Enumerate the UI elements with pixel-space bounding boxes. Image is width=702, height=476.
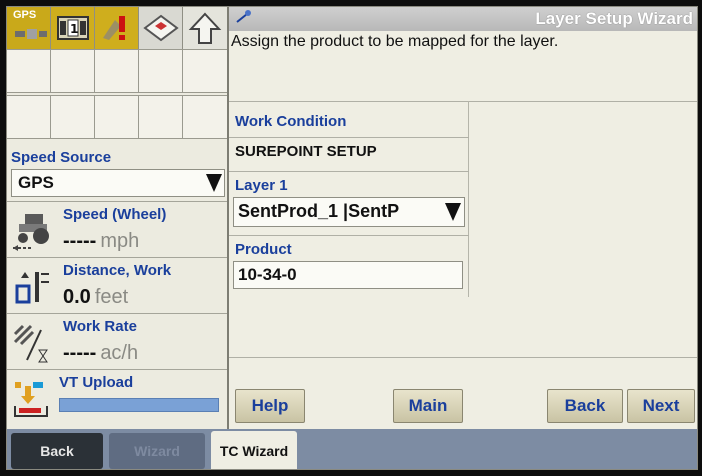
channel-number: 1 [70,22,78,36]
speed-source-dropdown[interactable]: GPS [11,169,225,197]
satellite-icon [14,29,47,39]
product-field[interactable]: 10-34-0 [233,261,463,289]
divider [229,171,469,172]
distance-readout: Distance, Work 0.0 feet [7,257,227,313]
shortcut-slot[interactable] [7,96,51,138]
speed-unit: mph [100,230,140,252]
divider [229,137,469,138]
display-screen: GPS 1 Speed Source GPS Speed (Wheel) ---… [6,6,698,470]
vt-upload-progress-bar [59,398,219,412]
speed-value: ----- mph [63,230,140,252]
up-cell[interactable] [183,7,227,49]
tab-back[interactable]: Back [11,433,103,469]
work-rate-value: ----- ac/h [63,342,139,364]
dropdown-arrow-icon [204,170,224,196]
work-rate-icon [13,324,48,363]
status-icon-bar: GPS 1 [7,7,227,49]
speed-source-label: Speed Source [11,149,112,166]
shortcut-slot[interactable] [139,96,183,138]
back-button[interactable]: Back [547,389,623,423]
layer-form: Work Condition SUREPOINT SETUP Layer 1 S… [229,101,469,297]
map-book-icon [142,14,179,42]
shortcut-slot[interactable] [51,96,95,138]
divider [229,357,697,358]
tab-wizard[interactable]: Wizard [109,433,205,469]
shortcut-row-2 [7,95,227,139]
speed-readout: Speed (Wheel) ----- mph [7,201,227,257]
up-arrow-icon [188,12,222,44]
shortcut-slot[interactable] [183,96,227,138]
next-button[interactable]: Next [627,389,695,423]
wizard-header: Layer Setup Wizard [229,7,697,31]
distance-label: Distance, Work [63,262,172,279]
layer-product-value: SentProd_1 |SentP [238,201,400,221]
main-button[interactable]: Main [393,389,463,423]
layer-product-dropdown[interactable]: SentProd_1 |SentP [233,197,465,227]
wizard-wand-icon [236,10,251,23]
product-label: Product [235,241,292,258]
wizard-instruction: Assign the product to be mapped for the … [231,33,559,50]
bottom-tab-bar: Back Wizard TC Wizard [7,429,697,469]
alarm-icon [102,16,125,40]
tab-tc-wizard[interactable]: TC Wizard [211,431,297,469]
channel-indicator-icon: 1 [56,16,89,40]
tractor-icon [13,214,49,251]
product-value: 10-34-0 [238,265,297,284]
wizard-title: Layer Setup Wizard [535,9,693,28]
wizard-panel: Layer Setup Wizard Assign the product to… [229,7,697,429]
shortcut-slot[interactable] [95,96,139,138]
alarm-cell[interactable] [95,7,139,49]
shortcut-slot[interactable] [139,50,183,92]
channel-cell[interactable]: 1 [51,7,95,49]
work-rate-unit: ac/h [100,342,139,364]
upload-icon [14,382,48,417]
shortcut-slot[interactable] [183,50,227,92]
left-status-panel: GPS 1 Speed Source GPS Speed (Wheel) ---… [7,7,229,429]
vt-upload-label: VT Upload [59,374,134,391]
speed-source-value: GPS [18,173,54,192]
speed-label: Speed (Wheel) [63,206,167,223]
work-rate-readout: Work Rate ----- ac/h [7,313,227,369]
shortcut-slot[interactable] [7,50,51,92]
shortcut-row-1 [7,49,227,93]
map-cell[interactable] [139,7,183,49]
layer-label: Layer 1 [235,177,288,194]
shortcut-slot[interactable] [95,50,139,92]
vt-upload-readout: VT Upload [7,369,227,429]
help-button[interactable]: Help [235,389,305,423]
work-condition-value: SUREPOINT SETUP [235,143,377,160]
distance-unit: feet [94,286,129,308]
distance-value: 0.0 feet [63,286,129,308]
gps-label: GPS [13,9,37,21]
divider [229,235,469,236]
work-rate-label: Work Rate [63,318,137,335]
distance-icon [15,272,49,304]
gps-status-cell[interactable]: GPS [7,7,51,49]
dropdown-arrow-icon [442,198,464,226]
shortcut-slot[interactable] [51,50,95,92]
work-condition-label: Work Condition [235,113,347,130]
